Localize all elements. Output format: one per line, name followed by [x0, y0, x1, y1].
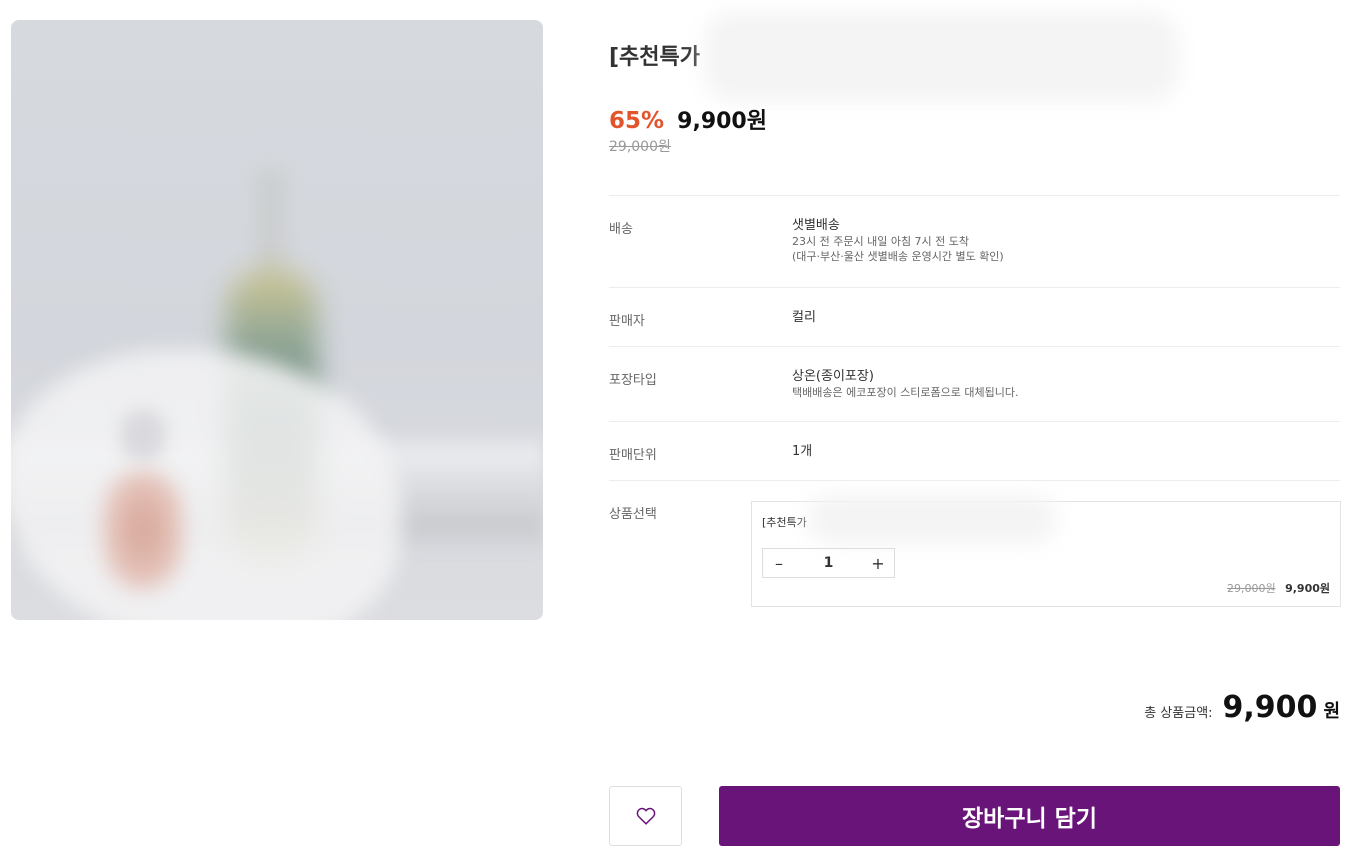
total-unit: 원 [1323, 701, 1340, 722]
redacted-option-name [807, 494, 1057, 544]
delivery-note: 23시 전 주문시 내일 아침 7시 전 도착 [792, 235, 970, 248]
decrease-quantity-button[interactable]: – [763, 549, 795, 577]
sale-price: 9,900원 [677, 109, 767, 134]
quantity-stepper: – 1 + [762, 548, 895, 578]
option-sale-price: 9,900원 [1285, 582, 1330, 595]
option-name: [추천특가 [762, 516, 807, 529]
heart-icon [636, 807, 655, 825]
seller-value: 컬리 [792, 310, 816, 325]
wishlist-button[interactable] [609, 786, 682, 846]
product-info-table: 배송 샛별배송 23시 전 주문시 내일 아침 7시 전 도착 (대구·부산·울… [609, 195, 1341, 621]
seller-label: 판매자 [609, 314, 645, 329]
product-title: [추천특가 [609, 45, 701, 70]
quantity-value: 1 [823, 555, 834, 571]
total-price-row: 총 상품금액: 9,900 원 [1144, 690, 1340, 725]
discount-rate: 65% [609, 108, 665, 134]
info-row-seller: 판매자 컬리 [609, 287, 1340, 346]
option-price: 29,000원 9,900원 [1227, 580, 1330, 596]
package-value: 상온(종이포장) [792, 369, 874, 384]
increase-quantity-button[interactable]: + [862, 549, 894, 577]
delivery-value: 샛별배송 [792, 218, 840, 233]
package-note: 택배배송은 에코포장이 스티로폼으로 대체됩니다. [792, 386, 1019, 399]
info-row-package: 포장타입 상온(종이포장) 택배배송은 에코포장이 스티로폼으로 대체됩니다. [609, 346, 1340, 421]
add-to-cart-button[interactable]: 장바구니 담기 [719, 786, 1340, 846]
product-image [11, 20, 543, 620]
option-original-price: 29,000원 [1226, 582, 1276, 595]
total-amount: 9,900 [1222, 690, 1318, 725]
unit-value: 1개 [792, 444, 813, 459]
package-label: 포장타입 [609, 373, 657, 388]
option-box: [추천특가 – 1 + 29,000원 9,900원 [751, 494, 1341, 607]
product-title-row: [추천특가 [609, 12, 1340, 102]
delivery-note-region: (대구·부산·울산 샛별배송 운영시간 별도 확인) [792, 250, 1004, 263]
product-detail-page: [추천특가 65% 9,900원 29,000원 배송 샛별배송 23시 전 주… [0, 0, 1360, 851]
redacted-title [704, 12, 1179, 102]
price-row: 65% 9,900원 [609, 103, 767, 135]
total-label: 총 상품금액: [1144, 706, 1213, 721]
unit-label: 판매단위 [609, 448, 657, 463]
info-row-unit: 판매단위 1개 [609, 421, 1340, 480]
delivery-label: 배송 [609, 222, 633, 237]
info-row-delivery: 배송 샛별배송 23시 전 주문시 내일 아침 7시 전 도착 (대구·부산·울… [609, 195, 1340, 287]
original-price: 29,000원 [609, 139, 671, 155]
info-row-select: 상품선택 [추천특가 – 1 + 29,000원 9,900원 [609, 480, 1341, 621]
